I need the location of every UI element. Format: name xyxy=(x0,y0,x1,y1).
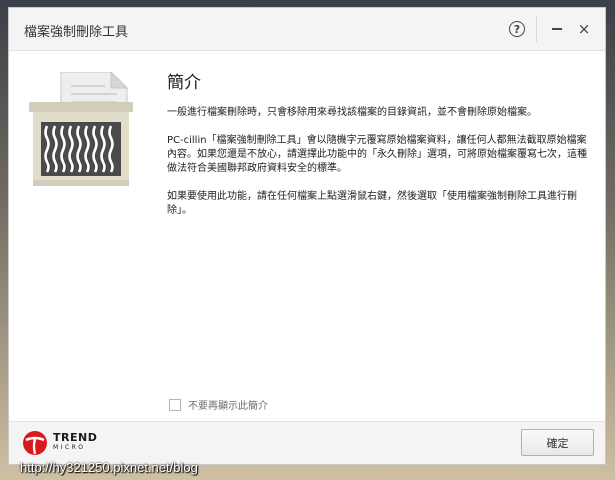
ok-button[interactable]: 確定 xyxy=(521,429,594,456)
help-circle-icon: ? xyxy=(509,21,525,37)
brand-sub: MICRO xyxy=(53,444,86,451)
close-button[interactable]: × xyxy=(569,14,599,44)
intro-paragraph-1: 一般進行檔案刪除時，只會移除用來尋找該檔案的目錄資訊，並不會刪除原始檔案。 xyxy=(167,107,537,118)
dialog-footer: TREND MICRO 確定 xyxy=(9,421,605,464)
dont-show-again-label: 不要再顯示此簡介 xyxy=(188,401,268,412)
window-title: 檔案強制刪除工具 xyxy=(24,25,129,40)
title-bar-separator xyxy=(536,16,537,42)
help-button[interactable]: ? xyxy=(502,14,532,44)
trend-micro-logo: TREND MICRO xyxy=(22,430,97,456)
minimize-icon xyxy=(552,28,562,30)
title-bar: 檔案強制刪除工具 ? × xyxy=(9,8,605,51)
close-icon: × xyxy=(577,19,591,38)
intro-content: 簡介 一般進行檔案刪除時，只會移除用來尋找該檔案的目錄資訊，並不會刪除原始檔案。… xyxy=(167,68,587,232)
minimize-button[interactable] xyxy=(542,14,572,44)
intro-paragraph-3: 如果要使用此功能，請在任何檔案上點選滑鼠右鍵，然後選取「使用檔案強制刪除工具進行… xyxy=(167,191,577,216)
dont-show-again-option[interactable]: 不要再顯示此簡介 xyxy=(169,397,268,412)
trend-micro-logo-icon xyxy=(23,431,47,455)
blog-watermark: http://hy321250.pixnet.net/blog xyxy=(20,460,198,475)
brand-name: TREND xyxy=(53,431,98,444)
shredder-icon xyxy=(27,70,139,196)
intro-paragraph-2: PC-cillin「檔案強制刪除工具」會以隨機字元覆寫原始檔案資料，讓任何人都無… xyxy=(167,135,587,174)
dialog-window: 檔案強制刪除工具 ? × 簡介 一般進行檔案刪除時，只會移除用來尋找該檔案的目錄… xyxy=(8,7,606,465)
dont-show-again-checkbox[interactable] xyxy=(169,398,181,411)
intro-heading: 簡介 xyxy=(167,73,201,93)
